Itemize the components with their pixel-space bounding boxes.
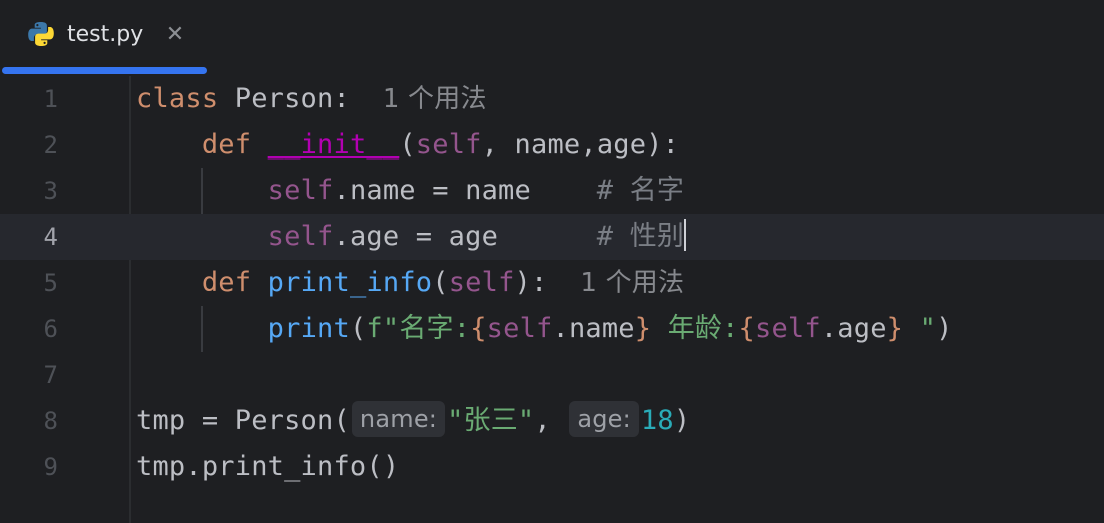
python-icon bbox=[28, 22, 54, 46]
line-code: class Person: 1 个用法 bbox=[136, 83, 487, 114]
line-code: self.age = age # 性别 bbox=[267, 219, 687, 252]
tab-test-py[interactable]: test.py ✕ bbox=[0, 0, 207, 76]
string-literal: " bbox=[903, 313, 937, 344]
code-line[interactable]: 6 print(f"名字:{self.name} 年龄:{self.age} "… bbox=[0, 306, 1104, 352]
line-code: print(f"名字:{self.name} 年龄:{self.age} ") bbox=[267, 313, 953, 344]
line-number: 3 bbox=[43, 177, 58, 205]
line-code: tmp = Person(name: "张三", age: 18) bbox=[136, 398, 690, 444]
code-line[interactable]: 9 tmp.print_info() bbox=[0, 444, 1104, 490]
param-hint-name: name: bbox=[351, 401, 446, 437]
code-line[interactable]: 1 class Person: 1 个用法 bbox=[0, 76, 1104, 122]
line-number: 2 bbox=[43, 131, 58, 159]
line-number: 4 bbox=[43, 223, 58, 251]
string-literal: "张三" bbox=[447, 405, 535, 436]
close-icon[interactable]: ✕ bbox=[163, 18, 187, 52]
code-line[interactable]: 3 self.name = name # 名字 bbox=[0, 168, 1104, 214]
code-line[interactable]: 5 def print_info(self): 1 个用法 bbox=[0, 260, 1104, 306]
tab-filename: test.py bbox=[67, 22, 144, 47]
line-number: 8 bbox=[43, 407, 58, 435]
text-caret bbox=[684, 219, 687, 251]
line-number: 7 bbox=[43, 361, 58, 389]
line-number: 1 bbox=[43, 85, 58, 113]
code-line[interactable]: 7 bbox=[0, 352, 1104, 398]
code-line-current[interactable]: 4 self.age = age # 性别 bbox=[0, 214, 1104, 260]
line-code: self.name = name # 名字 bbox=[267, 175, 685, 206]
param-hint-age: age: bbox=[569, 401, 639, 437]
code-editor[interactable]: 1 class Person: 1 个用法 2 def __init__(sel… bbox=[0, 76, 1104, 523]
comment: # 名字 bbox=[596, 175, 685, 206]
code-line[interactable]: 8 tmp = Person(name: "张三", age: 18) bbox=[0, 398, 1104, 444]
usage-hint[interactable]: 1 个用法 bbox=[580, 268, 684, 298]
line-code: tmp.print_info() bbox=[136, 451, 400, 482]
line-number: 6 bbox=[43, 315, 58, 343]
line-number: 5 bbox=[43, 269, 58, 297]
comment: # 性别 bbox=[596, 221, 685, 252]
line-code: def __init__(self, name,age): bbox=[201, 129, 680, 160]
line-number: 9 bbox=[43, 453, 58, 481]
active-tab-indicator bbox=[2, 67, 207, 74]
string-literal: 年龄: bbox=[651, 313, 739, 344]
string-literal: f"名字: bbox=[366, 313, 471, 344]
code-line[interactable]: 2 def __init__(self, name,age): bbox=[0, 122, 1104, 168]
number-literal: 18 bbox=[640, 405, 674, 436]
usage-hint[interactable]: 1 个用法 bbox=[383, 84, 487, 114]
tab-bar: test.py ✕ bbox=[0, 0, 1104, 76]
line-code: def print_info(self): 1 个用法 bbox=[201, 267, 685, 298]
